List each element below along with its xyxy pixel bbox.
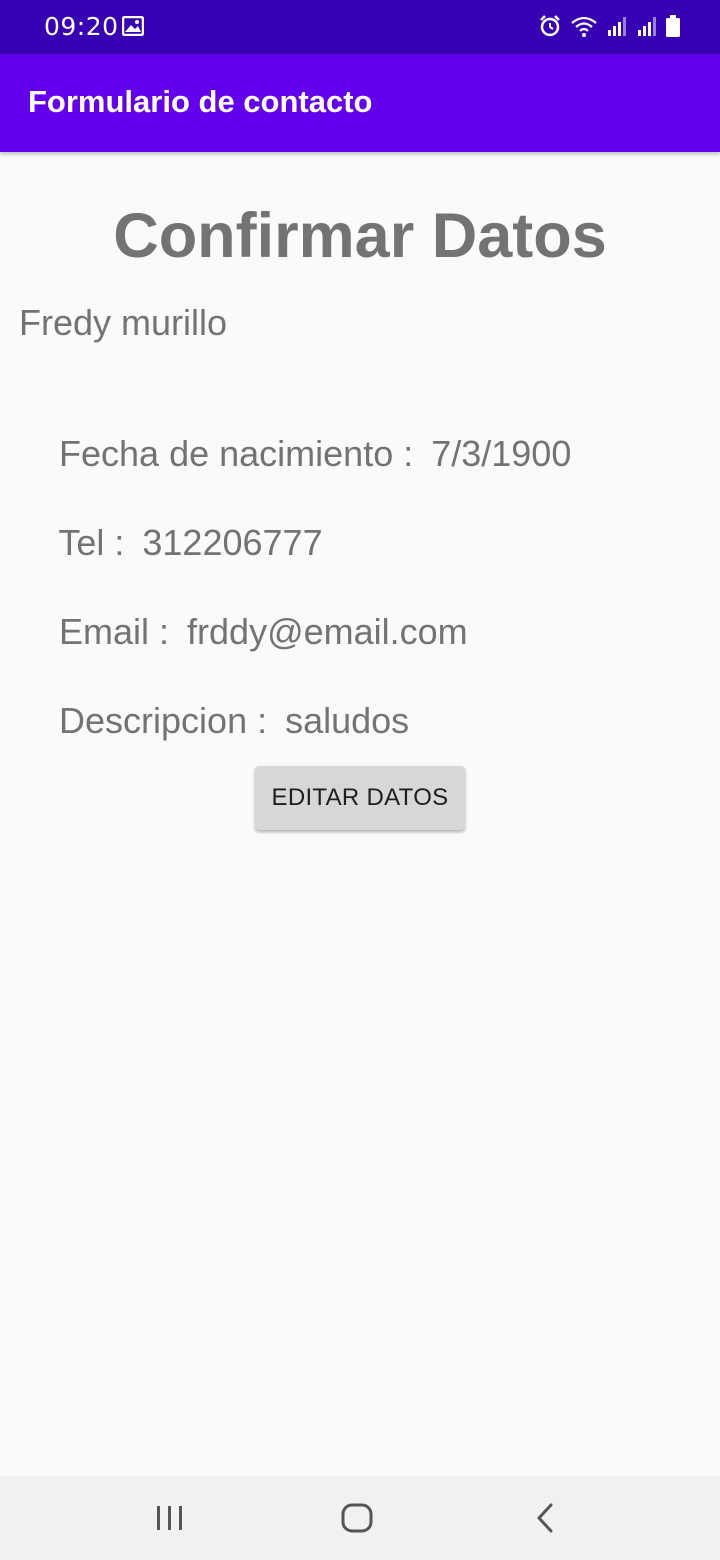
contact-name: Fredy murillo bbox=[19, 302, 228, 343]
status-icons-right bbox=[538, 14, 680, 38]
wifi-icon bbox=[571, 16, 597, 37]
signal-icon bbox=[608, 17, 626, 36]
back-icon[interactable] bbox=[530, 1498, 560, 1538]
email-label: Email : bbox=[59, 611, 170, 652]
edit-data-button[interactable]: EDITAR DATOS bbox=[255, 766, 465, 830]
recents-icon[interactable] bbox=[154, 1498, 186, 1538]
phone-label: Tel : bbox=[58, 522, 125, 563]
app-title: Formulario de contacto bbox=[28, 84, 373, 119]
battery-icon bbox=[666, 15, 680, 37]
signal-icon bbox=[638, 17, 656, 36]
phone-value: 312206777 bbox=[142, 522, 323, 563]
home-icon[interactable] bbox=[338, 1498, 378, 1538]
image-icon bbox=[121, 15, 145, 37]
app-bar: Formulario de contacto bbox=[0, 54, 720, 152]
page-heading: Confirmar Datos bbox=[113, 201, 607, 271]
birthdate-value: 7/3/1900 bbox=[431, 433, 572, 474]
status-time: 09:20 bbox=[44, 12, 119, 41]
alarm-icon bbox=[540, 15, 560, 37]
navigation-bar bbox=[0, 1476, 720, 1560]
description-value: saludos bbox=[285, 700, 410, 741]
birthdate-label: Fecha de nacimiento : bbox=[59, 433, 414, 474]
status-bar: 09:20 bbox=[0, 0, 720, 54]
email-value: frddy@email.com bbox=[187, 611, 468, 652]
status-icons-left bbox=[121, 15, 145, 40]
description-label: Descripcion : bbox=[59, 700, 268, 741]
